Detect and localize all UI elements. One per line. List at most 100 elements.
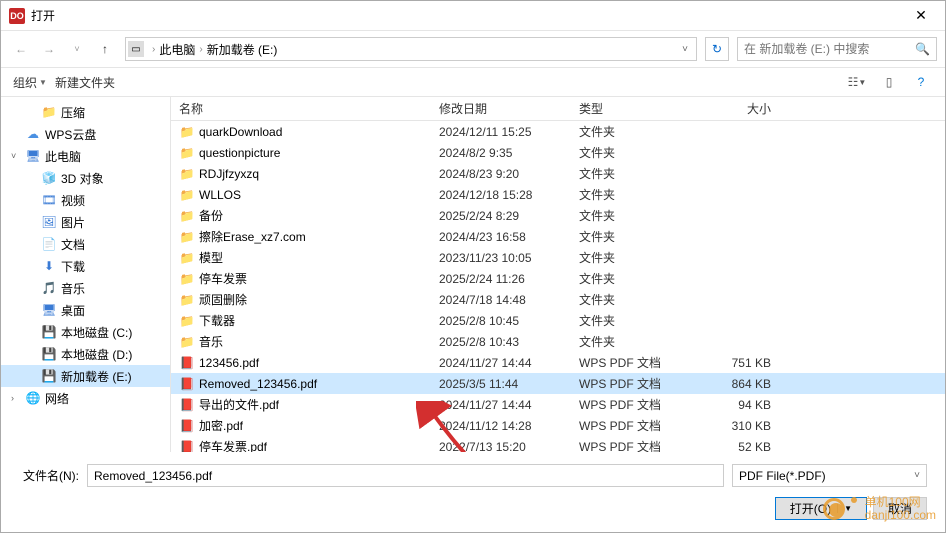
sidebar-item[interactable]: ⬇下载 <box>1 255 170 277</box>
file-type: WPS PDF 文档 <box>571 375 691 392</box>
file-type: WPS PDF 文档 <box>571 396 691 413</box>
file-row[interactable]: 📁quarkDownload2024/12/11 15:25文件夹 <box>171 121 945 142</box>
file-name: 导出的文件.pdf <box>199 396 279 413</box>
wps-icon: ☁ <box>25 126 41 142</box>
sidebar-item[interactable]: 🎞视频 <box>1 189 170 211</box>
file-row[interactable]: 📁WLLOS2024/12/18 15:28文件夹 <box>171 184 945 205</box>
col-name[interactable]: 名称 <box>171 100 431 117</box>
sidebar-item[interactable]: 🧊3D 对象 <box>1 167 170 189</box>
file-name-cell: 📁WLLOS <box>171 187 431 203</box>
file-row[interactable]: 📁模型2023/11/23 10:05文件夹 <box>171 247 945 268</box>
file-row[interactable]: 📕Removed_123456.pdf2025/3/5 11:44WPS PDF… <box>171 373 945 394</box>
expand-icon[interactable]: ˅ <box>11 151 21 161</box>
file-row[interactable]: 📕123456.pdf2024/11/27 14:44WPS PDF 文档751… <box>171 352 945 373</box>
file-type: 文件夹 <box>571 312 691 329</box>
back-button[interactable]: ← <box>9 37 33 61</box>
file-row[interactable]: 📕加密.pdf2024/11/12 14:28WPS PDF 文档310 KB <box>171 415 945 436</box>
file-name: RDJjfzyxzq <box>199 167 259 181</box>
music-icon: 🎵 <box>41 280 57 296</box>
file-row[interactable]: 📁停车发票2025/2/24 11:26文件夹 <box>171 268 945 289</box>
pic-icon: 🖼 <box>41 214 57 230</box>
file-date: 2024/8/23 9:20 <box>431 167 571 181</box>
file-list-body[interactable]: 📁quarkDownload2024/12/11 15:25文件夹📁questi… <box>171 121 945 452</box>
folder-icon: 📁 <box>179 271 195 287</box>
file-row[interactable]: 📁顽固删除2024/7/18 14:48文件夹 <box>171 289 945 310</box>
sidebar-item-label: 压缩 <box>61 104 85 121</box>
sidebar-item-label: 本地磁盘 (C:) <box>61 324 132 341</box>
window-title: 打开 <box>31 7 901 24</box>
sidebar-item-label: WPS云盘 <box>45 126 96 143</box>
file-type: 文件夹 <box>571 270 691 287</box>
col-size[interactable]: 大小 <box>691 100 791 117</box>
col-date[interactable]: 修改日期 <box>431 100 571 117</box>
preview-pane-button[interactable]: ▯ <box>877 71 901 93</box>
close-button[interactable]: ✕ <box>901 2 941 30</box>
recent-dropdown[interactable]: ˅ <box>65 37 89 61</box>
sidebar-item[interactable]: 🖥桌面 <box>1 299 170 321</box>
sidebar-item-label: 网络 <box>45 390 69 407</box>
sidebar-item-label: 此电脑 <box>45 148 81 165</box>
view-mode-button[interactable]: ☷ ▼ <box>845 71 869 93</box>
file-name-cell: 📕停车发票.pdf <box>171 438 431 452</box>
sidebar-item[interactable]: ☁WPS云盘 <box>1 123 170 145</box>
folder-icon: 📁 <box>179 166 195 182</box>
open-button[interactable]: 打开(O) ▼ <box>775 497 867 520</box>
refresh-button[interactable]: ↻ <box>705 37 729 61</box>
file-type-filter[interactable]: PDF File(*.PDF) ˅ <box>732 464 927 487</box>
file-type: 文件夹 <box>571 249 691 266</box>
breadcrumb-drive[interactable]: 新加载卷 (E:) <box>207 41 278 58</box>
sidebar-item[interactable]: 💾本地磁盘 (C:) <box>1 321 170 343</box>
search-box[interactable]: 🔍 <box>737 37 937 61</box>
chevron-down-icon: ˅ <box>914 470 920 481</box>
help-button[interactable]: ? <box>909 71 933 93</box>
folder-icon: 📁 <box>179 145 195 161</box>
forward-button[interactable]: → <box>37 37 61 61</box>
expand-icon[interactable]: › <box>11 393 21 403</box>
file-name-cell: 📁擦除Erase_xz7.com <box>171 228 431 245</box>
file-name: Removed_123456.pdf <box>199 377 317 391</box>
filename-label: 文件名(N): <box>19 467 79 484</box>
sidebar-item[interactable]: 🎵音乐 <box>1 277 170 299</box>
drive-icon: 💾 <box>41 346 57 362</box>
organize-menu[interactable]: 组织 ▼ <box>13 74 47 91</box>
breadcrumb[interactable]: ▭ › 此电脑 › 新加载卷 (E:) ˅ <box>125 37 697 61</box>
col-type[interactable]: 类型 <box>571 100 691 117</box>
sidebar-item[interactable]: 💾本地磁盘 (D:) <box>1 343 170 365</box>
new-folder-button[interactable]: 新建文件夹 <box>55 74 115 91</box>
sidebar-item[interactable]: 🖼图片 <box>1 211 170 233</box>
file-row[interactable]: 📁RDJjfzyxzq2024/8/23 9:20文件夹 <box>171 163 945 184</box>
sidebar-item[interactable]: 📄文档 <box>1 233 170 255</box>
file-row[interactable]: 📁备份2025/2/24 8:29文件夹 <box>171 205 945 226</box>
file-row[interactable]: 📕导出的文件.pdf2024/11/27 14:44WPS PDF 文档94 K… <box>171 394 945 415</box>
desktop-icon: 🖥 <box>41 302 57 318</box>
sidebar-item-label: 文档 <box>61 236 85 253</box>
folder-icon: 📁 <box>179 124 195 140</box>
sidebar-item[interactable]: ˅🖥此电脑 <box>1 145 170 167</box>
breadcrumb-root[interactable]: 此电脑 <box>159 41 195 58</box>
button-row: 打开(O) ▼ 取消 <box>19 497 927 520</box>
search-icon[interactable]: 🔍 <box>915 42 930 56</box>
sidebar-item[interactable]: ›🌐网络 <box>1 387 170 409</box>
sidebar-item[interactable]: 💾新加载卷 (E:) <box>1 365 170 387</box>
breadcrumb-dropdown[interactable]: ˅ <box>676 44 694 55</box>
filename-input[interactable] <box>87 464 724 487</box>
file-size: 94 KB <box>691 398 791 412</box>
sidebar-item-label: 音乐 <box>61 280 85 297</box>
drive-icon: ▭ <box>128 41 144 57</box>
file-date: 2024/11/12 14:28 <box>431 419 571 433</box>
file-name: 模型 <box>199 249 223 266</box>
cancel-button[interactable]: 取消 <box>873 497 927 520</box>
file-row[interactable]: 📕停车发票.pdf2022/7/13 15:20WPS PDF 文档52 KB <box>171 436 945 452</box>
file-name-cell: 📁停车发票 <box>171 270 431 287</box>
file-row[interactable]: 📁下载器2025/2/8 10:45文件夹 <box>171 310 945 331</box>
column-headers: 名称 修改日期 类型 大小 <box>171 97 945 121</box>
search-input[interactable] <box>744 42 915 56</box>
file-name: 擦除Erase_xz7.com <box>199 228 306 245</box>
file-date: 2024/12/18 15:28 <box>431 188 571 202</box>
file-row[interactable]: 📁questionpicture2024/8/2 9:35文件夹 <box>171 142 945 163</box>
up-button[interactable]: ↑ <box>93 37 117 61</box>
open-label: 打开(O) <box>790 500 831 517</box>
file-row[interactable]: 📁擦除Erase_xz7.com2024/4/23 16:58文件夹 <box>171 226 945 247</box>
sidebar-item[interactable]: 📁压缩 <box>1 101 170 123</box>
file-row[interactable]: 📁音乐2025/2/8 10:43文件夹 <box>171 331 945 352</box>
